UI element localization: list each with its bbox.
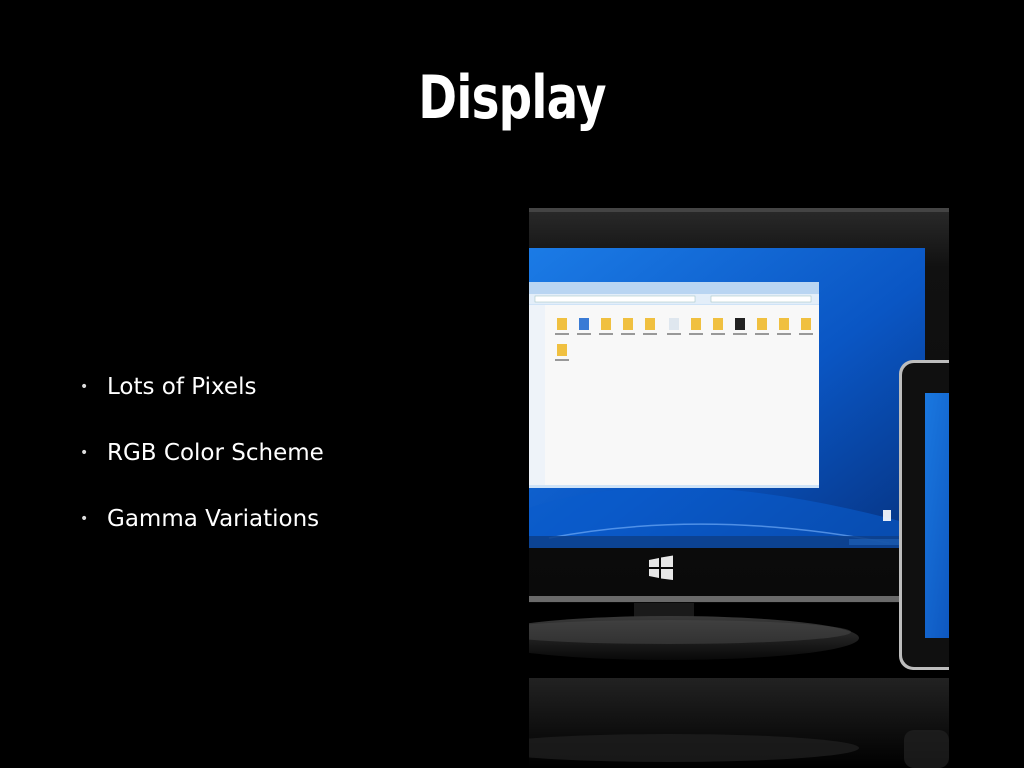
bullet-dot-icon: • [80, 445, 89, 461]
monitor-illustration [529, 208, 949, 768]
bullet-text: Lots of Pixels [107, 374, 257, 400]
slide: Display • Lots of Pixels • RGB Color Sch… [0, 0, 1024, 768]
bullet-text: RGB Color Scheme [107, 440, 324, 466]
monitor-photo [529, 208, 949, 768]
bullet-item: • RGB Color Scheme [80, 438, 324, 504]
bullet-item: • Gamma Variations [80, 504, 324, 570]
explorer-window [529, 282, 819, 488]
bullet-list: • Lots of Pixels • RGB Color Scheme • Ga… [80, 372, 324, 570]
slide-title: Display [418, 63, 606, 133]
bullet-dot-icon: • [80, 379, 89, 395]
bullet-text: Gamma Variations [107, 506, 320, 532]
tablet-device [899, 360, 949, 670]
bullet-item: • Lots of Pixels [80, 372, 324, 438]
bullet-dot-icon: • [80, 511, 89, 527]
